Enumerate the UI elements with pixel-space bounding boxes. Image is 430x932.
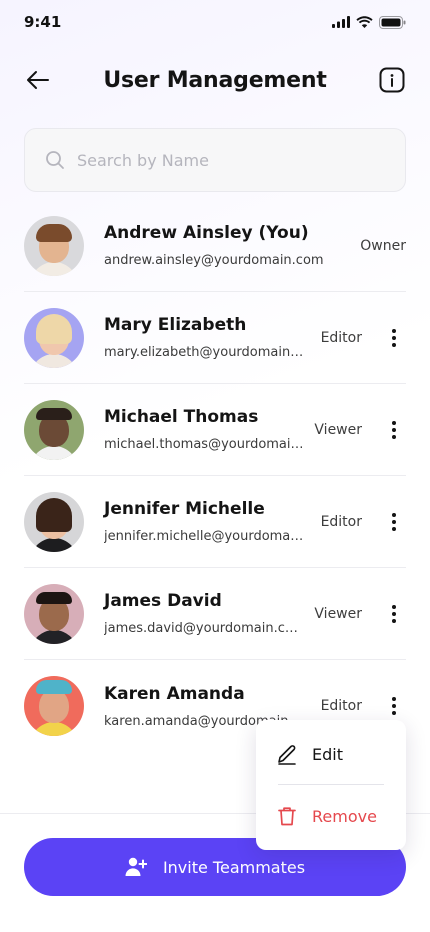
avatar (24, 215, 84, 276)
back-button[interactable] (22, 66, 54, 94)
battery-icon (379, 15, 406, 29)
user-info: Mary Elizabeth mary.elizabeth@yourdomain… (104, 315, 304, 360)
avatar (24, 307, 84, 368)
user-name: Karen Amanda (104, 683, 245, 704)
status-time: 9:41 (24, 13, 62, 31)
role-label: Editor (320, 513, 362, 530)
page-title: User Management (103, 67, 327, 93)
menu-item-edit[interactable]: Edit (256, 724, 406, 784)
status-icons (332, 15, 406, 29)
user-email: mary.elizabeth@yourdomain.com (104, 345, 304, 360)
user-row-michael-thomas[interactable]: Michael Thomas michael.thomas@yourdomain… (24, 384, 406, 476)
context-menu: Edit Remove (256, 720, 406, 850)
wifi-icon (356, 16, 373, 28)
user-info: Michael Thomas michael.thomas@yourdomain… (104, 407, 304, 452)
role-label: Owner (360, 237, 406, 254)
user-email: andrew.ainsley@yourdomain.com (104, 253, 324, 268)
role-label: Editor (320, 698, 362, 714)
menu-label-remove: Remove (312, 806, 377, 826)
user-name: Mary Elizabeth (104, 315, 247, 335)
invite-label: Invite Teammates (162, 857, 306, 877)
user-list: Andrew Ainsley (You) andrew.ainsley@your… (24, 200, 406, 752)
header: User Management (0, 54, 430, 106)
user-row-james-david[interactable]: James David james.david@yourdomain.com V… (24, 568, 406, 660)
info-button[interactable] (378, 66, 406, 94)
status-bar: 9:41 (0, 0, 430, 44)
user-name: Michael Thomas (104, 407, 259, 427)
menu-label-edit: Edit (312, 744, 343, 764)
user-row-andrew-ainsley[interactable]: Andrew Ainsley (You) andrew.ainsley@your… (24, 200, 406, 292)
more-options-button[interactable] (384, 692, 404, 720)
trash-icon (278, 807, 296, 826)
user-row-jennifer-michelle[interactable]: Jennifer Michelle jennifer.michelle@your… (24, 476, 406, 568)
user-row-mary-elizabeth[interactable]: Mary Elizabeth mary.elizabeth@yourdomain… (24, 292, 406, 384)
user-email: michael.thomas@yourdomain.com (104, 437, 304, 452)
role-label: Editor (320, 329, 362, 346)
more-options-button[interactable] (384, 324, 404, 352)
user-email: jennifer.michelle@yourdomain.com (104, 529, 304, 544)
user-info: James David james.david@yourdomain.com (104, 591, 304, 636)
info-icon (379, 67, 405, 93)
search-icon (46, 151, 64, 169)
role-label: Viewer (314, 605, 362, 622)
user-email: james.david@yourdomain.com (104, 621, 304, 636)
user-name: James David (104, 591, 222, 611)
pencil-icon (278, 745, 296, 765)
menu-divider (278, 784, 384, 785)
user-plus-icon (125, 857, 147, 876)
user-info: Andrew Ainsley (You) andrew.ainsley@your… (104, 223, 334, 268)
search-input[interactable] (77, 150, 377, 170)
more-options-button[interactable] (384, 600, 404, 628)
signal-icon (332, 16, 350, 28)
avatar (24, 491, 84, 552)
user-name: Andrew Ainsley (You) (104, 223, 309, 243)
more-options-button[interactable] (384, 508, 404, 536)
search-bar[interactable] (24, 128, 406, 192)
arrow-left-icon (27, 71, 49, 89)
user-name: Jennifer Michelle (104, 499, 265, 519)
user-info: Jennifer Michelle jennifer.michelle@your… (104, 499, 304, 544)
avatar (24, 583, 84, 644)
more-options-button[interactable] (384, 416, 404, 444)
role-label: Viewer (314, 421, 362, 438)
avatar (24, 676, 84, 736)
avatar (24, 399, 84, 460)
menu-item-remove[interactable]: Remove (256, 786, 406, 846)
